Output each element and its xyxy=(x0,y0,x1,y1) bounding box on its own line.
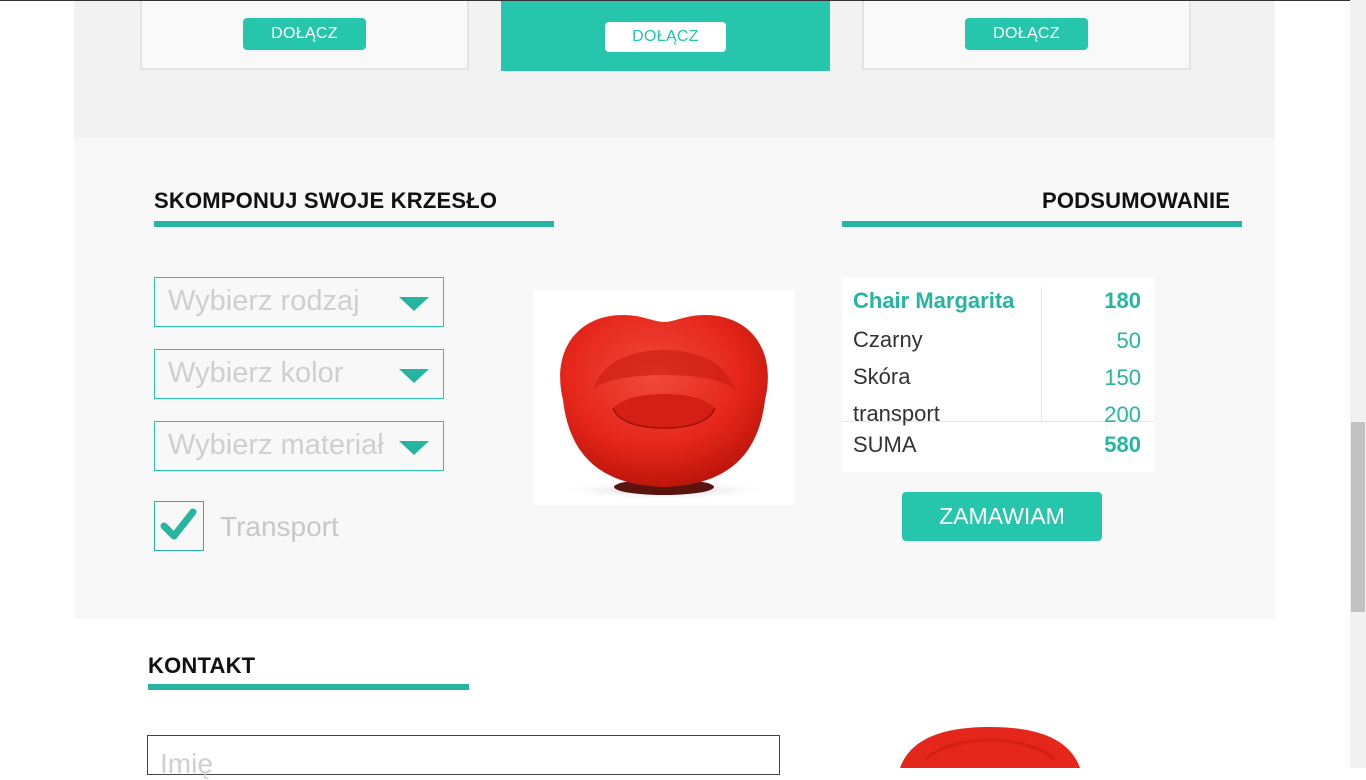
transport-label: Transport xyxy=(220,511,339,542)
join-button-premium[interactable]: DOŁĄCZ xyxy=(965,18,1088,50)
configurator-title: SKOMPONUJ SWOJE KRZESŁO xyxy=(154,188,498,213)
color-select-placeholder: Wybierz kolor xyxy=(168,357,344,389)
contact-title-underline xyxy=(148,684,469,690)
name-input[interactable]: Imię xyxy=(147,735,780,779)
summary-product-name: Chair Margarita xyxy=(853,288,1015,313)
summary-product-price: 180 xyxy=(1104,288,1141,313)
summary-total-value: 580 xyxy=(1104,432,1141,457)
join-button-featured[interactable]: DOŁĄCZ xyxy=(605,22,726,52)
checkmark-icon xyxy=(160,508,197,540)
summary-row-value: 200 xyxy=(1104,402,1141,427)
chair-illustration xyxy=(554,315,774,500)
scrollbar[interactable] xyxy=(1350,0,1366,768)
summary-title-underline xyxy=(842,221,1242,227)
summary-divider-vertical xyxy=(1041,287,1042,421)
summary-card: Chair Margarita 180 Czarny 50 Skóra 150 … xyxy=(842,277,1154,472)
chevron-down-icon xyxy=(399,297,429,311)
contact-title: KONTAKT xyxy=(148,653,256,678)
summary-row-value: 150 xyxy=(1104,365,1141,390)
chair-image xyxy=(533,290,795,505)
type-select-placeholder: Wybierz rodzaj xyxy=(168,285,360,317)
configurator-title-underline xyxy=(154,221,554,227)
transport-checkbox[interactable] xyxy=(154,501,204,551)
name-input-placeholder: Imię xyxy=(160,748,213,779)
summary-row-name: transport xyxy=(853,401,940,426)
order-button[interactable]: ZAMAWIAM xyxy=(902,492,1102,541)
summary-row-name: Skóra xyxy=(853,364,911,389)
summary-total-label: SUMA xyxy=(853,432,917,457)
material-select-placeholder: Wybierz materiał xyxy=(168,429,384,461)
summary-title: PODSUMOWANIE xyxy=(1042,188,1231,213)
summary-row-value: 50 xyxy=(1116,328,1141,353)
chevron-down-icon xyxy=(399,441,429,455)
color-select[interactable]: Wybierz kolor xyxy=(154,349,444,399)
contact-chair-image xyxy=(840,700,1120,768)
material-select[interactable]: Wybierz materiał xyxy=(154,421,444,471)
chevron-down-icon xyxy=(399,369,429,383)
summary-row-name: Czarny xyxy=(853,327,923,352)
join-button-basic[interactable]: DOŁĄCZ xyxy=(243,18,366,50)
scrollbar-thumb[interactable] xyxy=(1351,422,1365,612)
chair-illustration xyxy=(900,727,1080,768)
type-select[interactable]: Wybierz rodzaj xyxy=(154,277,444,327)
